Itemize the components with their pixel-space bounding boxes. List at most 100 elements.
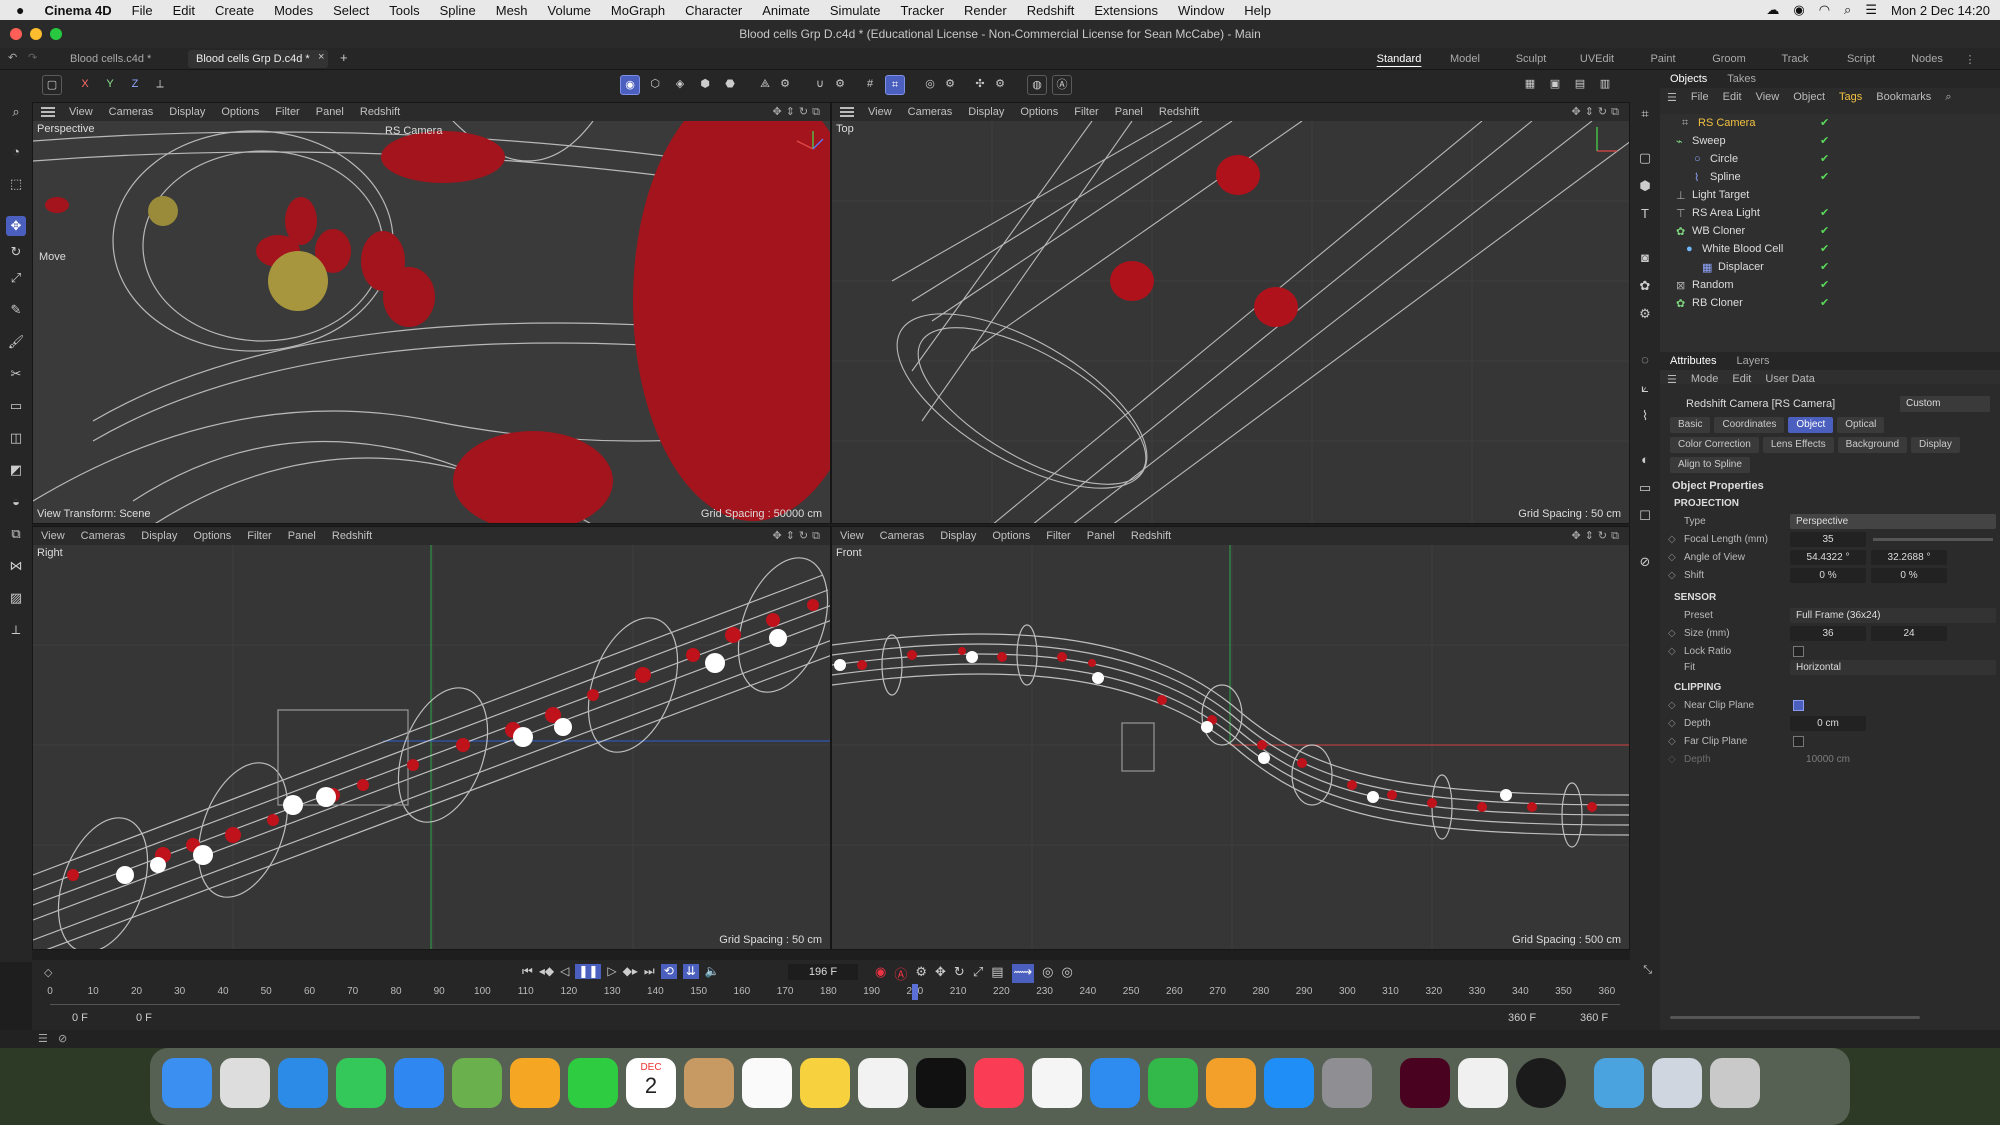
- vp-menu-view[interactable]: View: [832, 530, 872, 542]
- redo-icon[interactable]: ↷: [28, 51, 37, 64]
- vp-menu-cameras[interactable]: Cameras: [101, 106, 162, 118]
- aov-horizontal-input[interactable]: 54.4322 °: [1790, 550, 1866, 565]
- objects-menu-bookmarks[interactable]: Bookmarks: [1869, 91, 1938, 103]
- finder-icon[interactable]: [162, 1058, 212, 1108]
- cloth-icon[interactable]: ✣: [970, 75, 990, 95]
- extrude-icon[interactable]: ◫: [6, 428, 26, 448]
- magnet-tool-icon[interactable]: ◒: [6, 492, 26, 512]
- list-item[interactable]: ⌁ Sweep ✔: [1660, 132, 2000, 150]
- playhead[interactable]: [912, 984, 918, 1000]
- settings-icon[interactable]: ⚙: [775, 75, 795, 95]
- render-active-icon[interactable]: ▣: [1545, 75, 1565, 95]
- layout-model[interactable]: Model: [1432, 53, 1498, 65]
- menu-edit[interactable]: Edit: [163, 3, 205, 18]
- vp-menu-display[interactable]: Display: [161, 106, 213, 118]
- more-icon[interactable]: ⋮: [1960, 53, 1980, 66]
- menu-extensions[interactable]: Extensions: [1084, 3, 1168, 18]
- creative-cloud-icon[interactable]: ☁: [1766, 2, 1779, 18]
- motion-settings-icon[interactable]: ◎: [1062, 964, 1073, 983]
- polygon-pen-icon[interactable]: ▭: [6, 396, 26, 416]
- menu-tools[interactable]: Tools: [379, 3, 429, 18]
- screenshots-icon[interactable]: [1652, 1058, 1702, 1108]
- vp-menu-options[interactable]: Options: [984, 530, 1038, 542]
- rotate-tool-icon[interactable]: ↻: [6, 242, 26, 262]
- vp-menu-filter[interactable]: Filter: [1066, 106, 1106, 118]
- list-item[interactable]: ○ Circle ✔: [1660, 150, 2000, 168]
- redshift-icon[interactable]: ◍: [1027, 75, 1047, 95]
- menu-render[interactable]: Render: [954, 3, 1017, 18]
- tab-takes[interactable]: Takes: [1717, 73, 1766, 85]
- axis-z-button[interactable]: Z: [125, 75, 145, 95]
- lock-ratio-checkbox[interactable]: [1793, 646, 1804, 657]
- viewport-menu-icon[interactable]: [41, 107, 55, 117]
- go-to-end-icon[interactable]: ⏭: [644, 964, 655, 979]
- list-item[interactable]: ⊠ Random ✔: [1660, 276, 2000, 294]
- facetime-icon[interactable]: [568, 1058, 618, 1108]
- new-tab-icon[interactable]: +: [340, 50, 348, 65]
- near-clip-checkbox[interactable]: [1793, 700, 1804, 711]
- objects-menu-file[interactable]: File: [1684, 91, 1716, 103]
- menu-character[interactable]: Character: [675, 3, 752, 18]
- viewport-nav-icons[interactable]: ✥⇕↻⧉: [1571, 529, 1623, 543]
- magnet-icon[interactable]: ∪: [810, 75, 830, 95]
- render-settings-icon[interactable]: ⚙: [940, 75, 960, 95]
- vp-menu-redshift[interactable]: Redshift: [1123, 530, 1179, 542]
- attr-menu-userdata[interactable]: User Data: [1758, 373, 1822, 385]
- messages-icon[interactable]: [336, 1058, 386, 1108]
- vp-menu-view[interactable]: View: [33, 530, 73, 542]
- vp-menu-display[interactable]: Display: [932, 530, 984, 542]
- control-center-icon[interactable]: ☰: [1865, 2, 1877, 18]
- sound-icon[interactable]: 🔈: [705, 964, 720, 979]
- check-icon[interactable]: ✔: [1820, 170, 1829, 183]
- text-object-icon[interactable]: T: [1635, 204, 1655, 224]
- vp-menu-display[interactable]: Display: [133, 530, 185, 542]
- music-icon[interactable]: [974, 1058, 1024, 1108]
- menu-create[interactable]: Create: [205, 3, 264, 18]
- aov-vertical-input[interactable]: 32.2688 °: [1871, 550, 1947, 565]
- menu-mograph[interactable]: MoGraph: [601, 3, 675, 18]
- model-mode-icon[interactable]: ◉: [620, 75, 640, 95]
- uv-mode-icon[interactable]: ⬣: [720, 75, 740, 95]
- keyframe-diamond-icon[interactable]: ◇: [1668, 646, 1676, 657]
- attr-menu-mode[interactable]: Mode: [1684, 373, 1726, 385]
- vp-menu-filter[interactable]: Filter: [239, 530, 279, 542]
- keyframe-icon[interactable]: ◇: [44, 966, 52, 979]
- camera-object-icon[interactable]: ◙: [1635, 248, 1655, 268]
- list-item[interactable]: ▦ Displacer ✔: [1660, 258, 2000, 276]
- layout-groom[interactable]: Groom: [1696, 53, 1762, 65]
- size-width-input[interactable]: 36: [1790, 626, 1866, 641]
- vp-menu-cameras[interactable]: Cameras: [73, 530, 134, 542]
- check-icon[interactable]: ✔: [1820, 242, 1829, 255]
- check-icon[interactable]: ✔: [1820, 134, 1829, 147]
- attributes-scrollbar[interactable]: [1670, 1016, 1920, 1019]
- cinema4d-icon[interactable]: [1516, 1058, 1566, 1108]
- pause-icon[interactable]: ❚❚: [575, 964, 602, 979]
- deformer-icon[interactable]: ◌: [1635, 350, 1655, 370]
- loop-icon[interactable]: ⟲: [660, 964, 677, 979]
- edit-render-settings-icon[interactable]: ▥: [1595, 75, 1615, 95]
- attr-menu-edit[interactable]: Edit: [1725, 373, 1758, 385]
- start-frame[interactable]: 0 F: [72, 1012, 88, 1024]
- check-icon[interactable]: ✔: [1820, 116, 1829, 129]
- vp-menu-view[interactable]: View: [860, 106, 900, 118]
- prev-key-icon[interactable]: ◂◆: [539, 964, 554, 979]
- clock[interactable]: Mon 2 Dec 14:20: [1891, 3, 1990, 18]
- apple-icon[interactable]: ●: [0, 2, 34, 18]
- vp-menu-redshift[interactable]: Redshift: [352, 106, 408, 118]
- menu-help[interactable]: Help: [1234, 3, 1281, 18]
- spline-tool-icon[interactable]: ⌇: [1635, 406, 1655, 426]
- app-name[interactable]: Cinema 4D: [34, 3, 121, 18]
- grid-snap-icon[interactable]: #: [860, 75, 880, 95]
- focal-slider[interactable]: [1873, 538, 1993, 541]
- size-height-input[interactable]: 24: [1871, 626, 1947, 641]
- tab-blood-cells-grp-d[interactable]: Blood cells Grp D.c4d *: [188, 50, 328, 68]
- axis-x-button[interactable]: X: [75, 75, 95, 95]
- vp-menu-options[interactable]: Options: [1012, 106, 1066, 118]
- tab-objects[interactable]: Objects: [1660, 73, 1717, 85]
- render-view-icon[interactable]: ◎: [920, 75, 940, 95]
- next-frame-icon[interactable]: ▷: [607, 964, 616, 979]
- shift-x-input[interactable]: 0 %: [1790, 568, 1866, 583]
- close-window-button[interactable]: [10, 28, 22, 40]
- near-depth-input[interactable]: 0 cm: [1790, 716, 1866, 731]
- light-icon[interactable]: ◐: [1635, 450, 1655, 470]
